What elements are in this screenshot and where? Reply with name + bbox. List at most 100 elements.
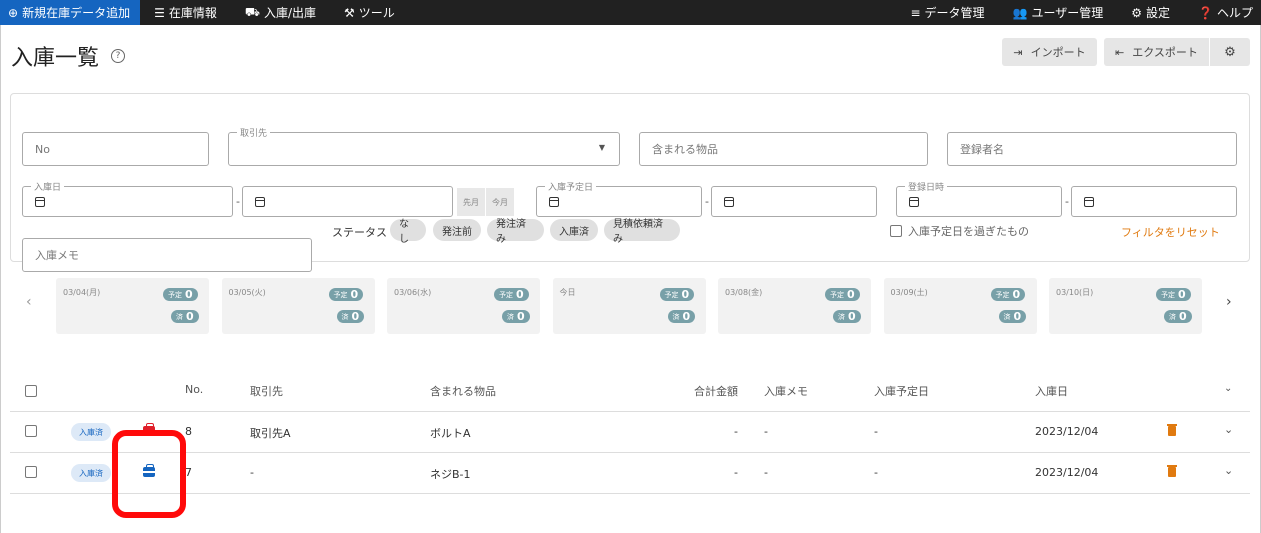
highlight-annotation: [112, 430, 186, 518]
reset-filter-link[interactable]: フィルタをリセット: [1121, 224, 1220, 240]
calendar-icon: [909, 196, 919, 207]
supplier-select[interactable]: 取引先 ▼: [228, 126, 620, 166]
nav-settings[interactable]: ⚙ 設定: [1117, 0, 1184, 25]
page-title: 入庫一覧 ?: [11, 40, 126, 72]
planned-date-from[interactable]: 入庫予定日: [536, 180, 702, 217]
calendar-day-card[interactable]: 03/05(火) 予定 0 済 0: [221, 278, 375, 334]
day-label: 03/09(土): [890, 288, 928, 297]
cell-no: 7: [185, 466, 192, 479]
calendar-day-card[interactable]: 03/09(土) 予定 0 済 0: [883, 278, 1037, 334]
done-count: 済0: [336, 310, 365, 323]
day-label: 03/06(水): [394, 288, 432, 297]
calendar-day-card[interactable]: 03/04(月) 予定 0 済 0: [56, 278, 209, 334]
export-settings-button[interactable]: ⚙: [1210, 38, 1250, 66]
gear-icon: ⚙: [1224, 44, 1236, 60]
in-date-to[interactable]: [242, 186, 453, 217]
nav-data-mgmt[interactable]: ≡ データ管理: [896, 0, 998, 25]
cell-supplier: -: [250, 466, 254, 479]
calendar-icon: [549, 196, 559, 207]
chevron-down-icon[interactable]: ⌄: [1224, 423, 1233, 436]
planned-count: 予定 0: [163, 288, 198, 301]
expand-all-icon[interactable]: ⌄: [1224, 383, 1232, 394]
calendar-icon: [255, 196, 265, 207]
trash-icon[interactable]: [1167, 465, 1177, 477]
cell-items: ネジB-1: [430, 468, 471, 481]
status-chip-received[interactable]: 入庫済: [550, 219, 598, 241]
nav-tools[interactable]: ⚒ ツール: [330, 0, 409, 25]
row-checkbox[interactable]: [25, 466, 37, 478]
done-count: 済0: [833, 310, 861, 323]
list-icon: ☰: [154, 5, 165, 20]
day-label: 03/10(日): [1056, 288, 1094, 297]
cell-supplier: 取引先A: [250, 427, 291, 440]
question-circle-icon: ❓: [1198, 5, 1213, 20]
dolly-icon: ⛟: [244, 4, 260, 19]
status-chip-quote-requested[interactable]: 見積依頼済み: [604, 219, 680, 245]
cell-in-date: 2023/12/04: [1035, 425, 1099, 438]
done-count: 済0: [667, 310, 696, 323]
day-label: 03/05(火): [228, 288, 266, 297]
overdue-checkbox[interactable]: [890, 225, 902, 237]
planned-count: 予定 0: [825, 288, 860, 301]
calendar-icon: [724, 196, 734, 207]
status-badge: 入庫済: [71, 423, 111, 441]
table-row[interactable]: 入庫済 7 - ネジB-1 - - - 2023/12/04 ⌄: [10, 453, 1250, 494]
prev-week-arrow[interactable]: ‹: [26, 294, 32, 310]
nav-in-out[interactable]: ⛟ 入庫/出庫: [231, 0, 330, 25]
gear-icon: ⚙: [1131, 5, 1143, 20]
planned-count: 予定 0: [1156, 288, 1191, 301]
prev-month-button[interactable]: 先月: [457, 188, 485, 216]
done-count: 済0: [998, 310, 1027, 323]
top-nav: ⊕ 新規在庫データ追加 ☰ 在庫情報 ⛟ 入庫/出庫 ⚒ ツール ≡ データ管理…: [0, 0, 1261, 25]
cell-no: 8: [185, 425, 192, 438]
done-count: 済0: [1164, 310, 1192, 323]
calendar-day-card[interactable]: 03/08(金) 予定 0 済 0: [718, 278, 871, 334]
export-icon: ⇤: [1115, 45, 1125, 59]
calendar-day-card[interactable]: 03/06(水) 予定 0 済 0: [387, 278, 540, 334]
caret-down-icon: ▼: [598, 143, 605, 152]
calendar-day-card[interactable]: 今日 予定 0 済 0: [552, 278, 706, 334]
status-chip-before-order[interactable]: 発注前: [433, 219, 481, 241]
table-row[interactable]: 入庫済 8 取引先A ボルトA - - - 2023/12/04 ⌄: [10, 412, 1250, 453]
items-input[interactable]: 含まれる物品: [639, 132, 928, 166]
add-new-stock-button[interactable]: ⊕ 新規在庫データ追加: [0, 0, 141, 25]
select-all-checkbox[interactable]: [25, 385, 37, 397]
day-label: 03/04(月): [63, 288, 101, 297]
row-checkbox[interactable]: [25, 425, 37, 437]
overdue-filter[interactable]: 入庫予定日を過ぎたもの: [890, 223, 1029, 239]
trash-icon[interactable]: [1167, 424, 1177, 436]
done-count: 済0: [171, 310, 199, 323]
cell-items: ボルトA: [430, 427, 471, 440]
in-date-from[interactable]: 入庫日: [22, 180, 233, 217]
no-input[interactable]: No: [22, 132, 209, 166]
this-month-button[interactable]: 今月: [486, 188, 514, 216]
nav-stock-info[interactable]: ☰ 在庫情報: [140, 0, 231, 25]
planned-date-to[interactable]: [711, 186, 877, 217]
reg-date-from[interactable]: 登録日時: [896, 180, 1062, 217]
planned-count: 予定 0: [328, 288, 364, 301]
memo-input[interactable]: 入庫メモ: [22, 238, 312, 272]
import-button[interactable]: ⇥ インポート: [1002, 38, 1097, 66]
cell-total: -: [734, 466, 738, 479]
done-count: 済0: [502, 310, 530, 323]
status-chip-ordered[interactable]: 発注済み: [487, 219, 544, 245]
calendar-icon: [1084, 196, 1094, 207]
nav-user-mgmt[interactable]: 👥 ユーザー管理: [999, 0, 1118, 25]
users-icon: 👥: [1012, 5, 1028, 20]
cell-memo: -: [764, 425, 768, 438]
planned-count: 予定 0: [990, 288, 1026, 301]
chevron-down-icon[interactable]: ⌄: [1224, 464, 1233, 477]
toolbox-icon: ⚒: [344, 5, 355, 20]
registrant-input[interactable]: 登録者名: [947, 132, 1237, 166]
calendar-icon: [35, 196, 45, 207]
nav-help[interactable]: ❓ ヘルプ: [1184, 0, 1261, 25]
reg-date-to[interactable]: [1071, 186, 1237, 217]
calendar-day-card[interactable]: 03/10(日) 予定 0 済 0: [1049, 278, 1202, 334]
status-label: ステータス: [332, 226, 387, 239]
export-button[interactable]: ⇤ エクスポート: [1104, 38, 1209, 66]
day-label: 03/08(金): [725, 288, 763, 297]
status-chip-none[interactable]: なし: [390, 219, 426, 245]
cell-total: -: [734, 425, 738, 438]
next-week-arrow[interactable]: ›: [1226, 294, 1232, 310]
help-icon[interactable]: ?: [111, 49, 126, 63]
